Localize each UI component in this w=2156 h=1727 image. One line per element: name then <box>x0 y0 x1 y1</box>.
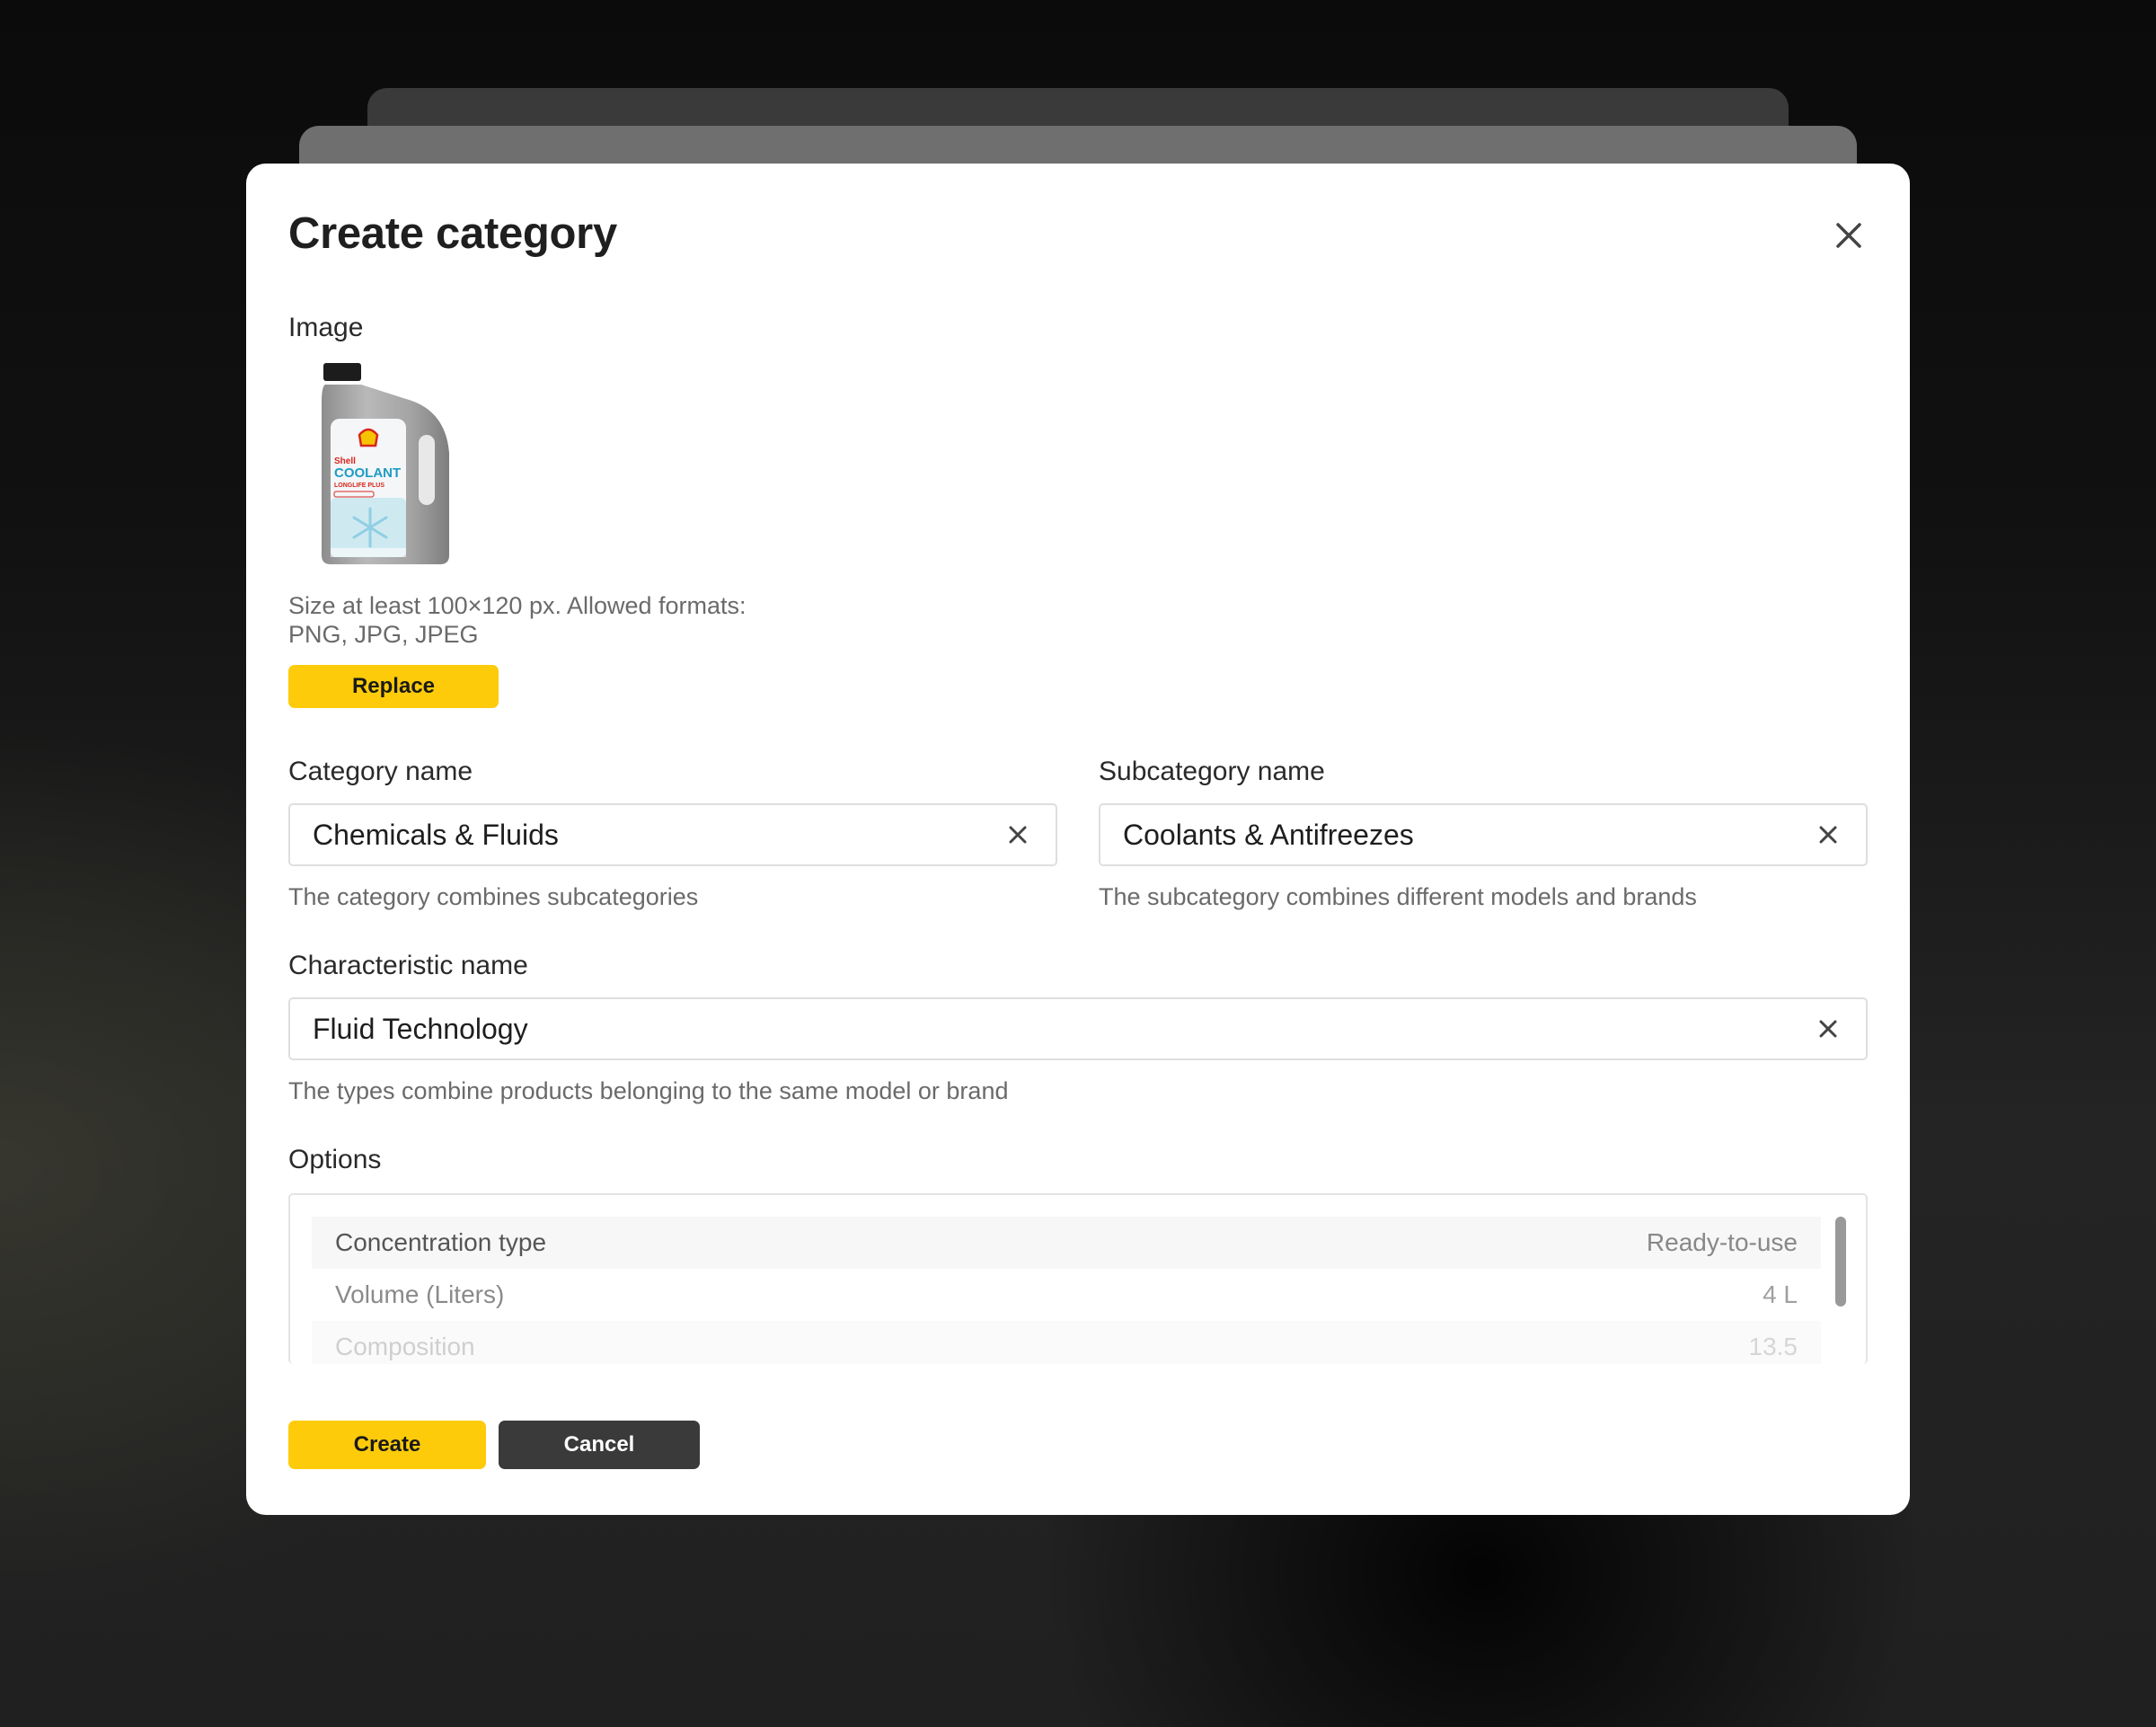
characteristic-name-hint: The types combine products belonging to … <box>288 1077 1009 1104</box>
replace-button[interactable]: Replace <box>288 665 499 708</box>
create-category-dialog: Create category Image Shell COOLANT LONG… <box>246 164 1910 1515</box>
subcategory-name-field[interactable]: Coolants & Antifreezes <box>1099 803 1868 866</box>
characteristic-name-field[interactable]: Fluid Technology <box>288 997 1868 1060</box>
option-name: Concentration type <box>335 1228 547 1256</box>
option-name: Composition <box>335 1333 475 1360</box>
subcategory-name-value: Coolants & Antifreezes <box>1123 818 1414 851</box>
options-scrollbar[interactable] <box>1835 1217 1846 1306</box>
category-name-value: Chemicals & Fluids <box>313 818 559 851</box>
option-value: 13.5 <box>1748 1333 1798 1360</box>
option-row[interactable]: Volume (Liters) 4 L <box>312 1269 1821 1321</box>
create-button[interactable]: Create <box>288 1421 486 1469</box>
dialog-title: Create category <box>288 209 617 258</box>
image-label: Image <box>288 313 364 342</box>
option-value: Ready-to-use <box>1646 1228 1798 1256</box>
option-row[interactable]: Concentration type Ready-to-use <box>312 1217 1821 1269</box>
clear-characteristic-icon[interactable] <box>1810 1011 1846 1047</box>
subcategory-name-label: Subcategory name <box>1099 757 1325 786</box>
category-name-label: Category name <box>288 757 473 786</box>
subcategory-name-hint: The subcategory combines different model… <box>1099 883 1697 910</box>
image-hint-line2: PNG, JPG, JPEG <box>288 621 479 648</box>
close-button[interactable] <box>1827 214 1870 257</box>
product-subtext: LONGLIFE PLUS <box>334 483 384 489</box>
category-name-field[interactable]: Chemicals & Fluids <box>288 803 1057 866</box>
option-value: 4 L <box>1763 1280 1798 1308</box>
image-hint-line1: Size at least 100×120 px. Allowed format… <box>288 592 747 619</box>
close-icon <box>1836 223 1861 248</box>
clear-category-icon[interactable] <box>1000 817 1036 853</box>
option-row[interactable]: Composition 13.5 <box>312 1321 1821 1364</box>
category-image: Shell COOLANT LONGLIFE PLUS <box>320 363 455 570</box>
characteristic-name-value: Fluid Technology <box>313 1012 528 1045</box>
options-list[interactable]: Concentration type Ready-to-use Volume (… <box>288 1193 1868 1364</box>
option-name: Volume (Liters) <box>335 1280 505 1308</box>
clear-subcategory-icon[interactable] <box>1810 817 1846 853</box>
characteristic-name-label: Characteristic name <box>288 951 528 980</box>
category-name-hint: The category combines subcategories <box>288 883 699 910</box>
cancel-button[interactable]: Cancel <box>499 1421 700 1469</box>
product-name-text: COOLANT <box>334 465 401 481</box>
options-label: Options <box>288 1145 382 1174</box>
